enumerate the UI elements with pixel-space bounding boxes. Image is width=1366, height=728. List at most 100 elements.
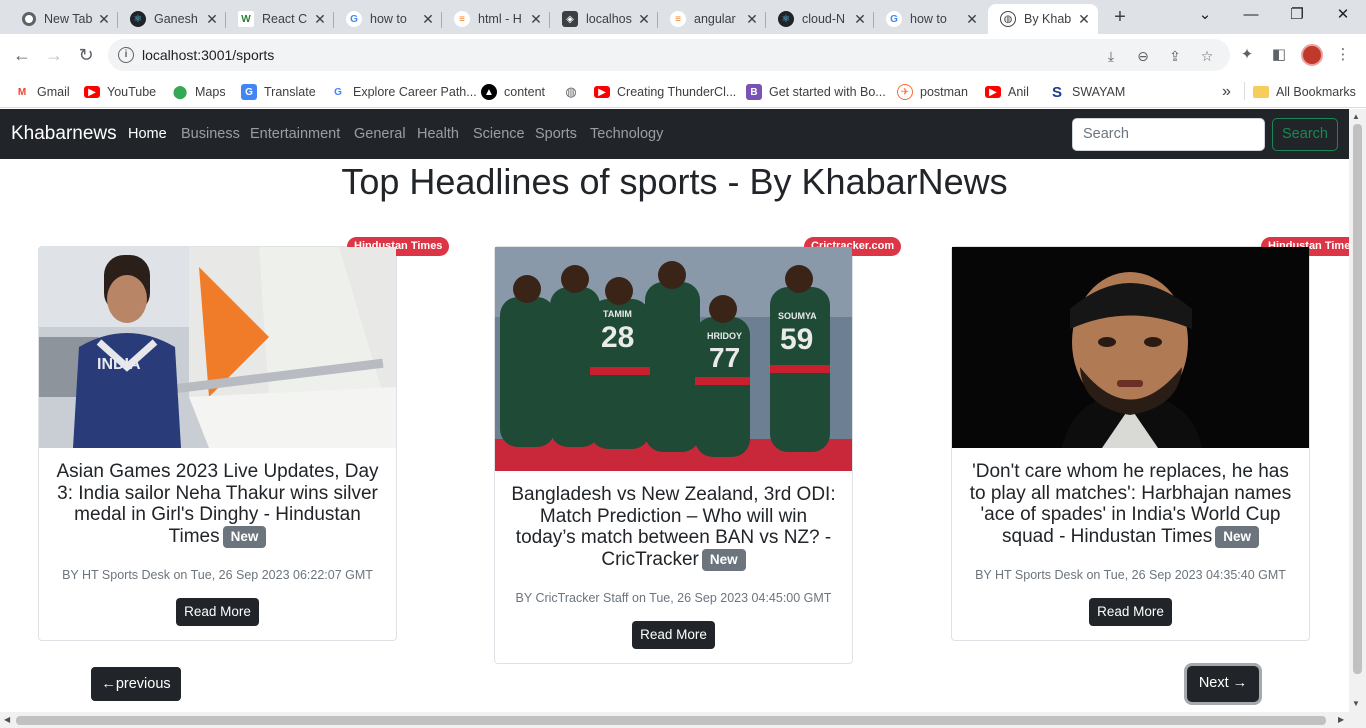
forward-icon[interactable]: → bbox=[42, 43, 66, 67]
card-byline: BY CricTracker Staff on Tue, 26 Sep 2023… bbox=[515, 590, 832, 605]
browser-tab[interactable]: ≡ html - H ✕ bbox=[442, 4, 550, 34]
bookmark-postman[interactable]: ✈ postman bbox=[897, 82, 968, 102]
close-tab-icon[interactable]: ✕ bbox=[528, 11, 544, 28]
bookmark-gmail[interactable]: M Gmail bbox=[14, 82, 70, 102]
read-more-button[interactable]: Read More bbox=[1089, 597, 1172, 626]
close-tab-icon[interactable]: ✕ bbox=[964, 11, 980, 28]
browser-tab[interactable]: G how to ✕ bbox=[874, 4, 986, 34]
card-body: 'Don't care whom he replaces, he has to … bbox=[952, 461, 1309, 640]
translate-icon: G bbox=[241, 84, 257, 100]
google-icon: G bbox=[346, 11, 362, 27]
bookmark-bootstrap[interactable]: B Get started with Bo... bbox=[746, 82, 886, 102]
nav-link-technology[interactable]: Technology bbox=[590, 126, 663, 142]
previous-page-button[interactable]: ←previous bbox=[91, 667, 181, 701]
scrollbar-thumb[interactable] bbox=[16, 716, 1326, 725]
read-more-button[interactable]: Read More bbox=[632, 620, 715, 649]
postman-icon: ✈ bbox=[897, 84, 913, 100]
tab-search-icon[interactable]: ⌄ bbox=[1182, 0, 1228, 30]
bookmark-globe[interactable]: ◍ bbox=[563, 82, 586, 102]
new-badge: New bbox=[701, 548, 746, 571]
search-input[interactable]: Search bbox=[1072, 118, 1265, 151]
install-app-icon[interactable]: ⤓ bbox=[1102, 47, 1120, 65]
bookmark-career[interactable]: G Explore Career Path... bbox=[330, 82, 477, 102]
minimize-icon[interactable]: — bbox=[1228, 0, 1274, 30]
close-window-icon[interactable]: ✕ bbox=[1320, 0, 1366, 30]
profile-avatar[interactable] bbox=[1301, 44, 1323, 66]
browser-tab-strip: New Tab ✕ ⚛ Ganesh ✕ W React C ✕ G how t… bbox=[0, 0, 1366, 34]
search-button[interactable]: Search bbox=[1272, 118, 1338, 151]
browser-tab[interactable]: ≡ angular ✕ bbox=[658, 4, 766, 34]
browser-tab-active[interactable]: ◍ By Khab ✕ bbox=[988, 4, 1098, 34]
article-image[interactable]: TAMIM 28 HRIDOY 77 SOUMYA 59 bbox=[495, 247, 852, 471]
bootstrap-icon: B bbox=[746, 84, 762, 100]
globe-icon: ◍ bbox=[565, 84, 577, 99]
scroll-right-icon[interactable]: ▶ bbox=[1338, 715, 1344, 724]
close-tab-icon[interactable]: ✕ bbox=[312, 11, 328, 28]
menu-kebab-icon[interactable]: ⋮ bbox=[1334, 46, 1352, 64]
side-panel-icon[interactable]: ◧ bbox=[1270, 46, 1288, 64]
extensions-icon[interactable]: ✦ bbox=[1238, 46, 1256, 64]
bookmark-youtube[interactable]: ▶ YouTube bbox=[84, 82, 156, 102]
bookmark-content[interactable]: ▲ content bbox=[481, 82, 545, 102]
bookmark-anil[interactable]: ▶ Anil bbox=[985, 82, 1029, 102]
address-bar[interactable]: i localhost:3001/sports ⤓ ⊖ ⇪ ☆ bbox=[108, 39, 1230, 71]
site-info-icon[interactable]: i bbox=[118, 47, 134, 63]
bookmark-translate[interactable]: G Translate bbox=[241, 82, 316, 102]
url-text[interactable]: localhost:3001/sports bbox=[142, 47, 274, 63]
jersey-number: 28 bbox=[601, 321, 634, 354]
vertical-scrollbar[interactable]: ▲ ▼ bbox=[1349, 109, 1366, 712]
page-title: Top Headlines of sports - By KhabarNews bbox=[341, 161, 1008, 202]
jersey-text: INDIA bbox=[97, 356, 141, 373]
card-body: Bangladesh vs New Zealand, 3rd ODI: Matc… bbox=[495, 484, 852, 663]
horizontal-scrollbar[interactable]: ◀ ▶ bbox=[0, 712, 1366, 728]
browser-tab[interactable]: G how to ✕ bbox=[334, 4, 442, 34]
scrollbar-thumb[interactable] bbox=[1353, 124, 1362, 674]
nav-link-health[interactable]: Health bbox=[417, 126, 459, 142]
read-more-button[interactable]: Read More bbox=[176, 597, 259, 626]
close-tab-icon[interactable]: ✕ bbox=[96, 11, 112, 28]
next-page-button[interactable]: Next → bbox=[1187, 666, 1259, 702]
sailor-photo: INDIA bbox=[39, 247, 396, 448]
back-icon[interactable]: ← bbox=[10, 43, 34, 67]
nav-link-sports[interactable]: Sports bbox=[535, 126, 577, 142]
close-tab-icon[interactable]: ✕ bbox=[1076, 11, 1092, 28]
scroll-down-icon[interactable]: ▼ bbox=[1352, 699, 1360, 708]
close-tab-icon[interactable]: ✕ bbox=[636, 11, 652, 28]
nav-link-business[interactable]: Business bbox=[181, 126, 240, 142]
browser-tab[interactable]: W React C ✕ bbox=[226, 4, 334, 34]
chrome-icon bbox=[22, 12, 36, 26]
share-icon[interactable]: ⇪ bbox=[1166, 47, 1184, 65]
browser-tab[interactable]: ⚛ cloud-N ✕ bbox=[766, 4, 874, 34]
zoom-icon[interactable]: ⊖ bbox=[1134, 47, 1152, 65]
card-body: Asian Games 2023 Live Updates, Day 3: In… bbox=[39, 461, 396, 640]
close-tab-icon[interactable]: ✕ bbox=[744, 11, 760, 28]
browser-tab[interactable]: ◈ localhos ✕ bbox=[550, 4, 658, 34]
reload-icon[interactable]: ↻ bbox=[74, 43, 98, 67]
scroll-up-icon[interactable]: ▲ bbox=[1352, 112, 1360, 121]
nav-link-general[interactable]: General bbox=[354, 126, 406, 142]
restore-icon[interactable]: ❐ bbox=[1274, 0, 1320, 30]
maps-icon: ⬤ bbox=[172, 84, 188, 99]
card-byline: BY HT Sports Desk on Tue, 26 Sep 2023 04… bbox=[975, 567, 1286, 582]
nav-link-science[interactable]: Science bbox=[473, 126, 525, 142]
close-tab-icon[interactable]: ✕ bbox=[420, 11, 436, 28]
browser-tab[interactable]: ⚛ Ganesh ✕ bbox=[118, 4, 226, 34]
gmail-icon: M bbox=[17, 86, 27, 98]
bookmark-swayam[interactable]: S SWAYAM bbox=[1049, 82, 1125, 102]
close-tab-icon[interactable]: ✕ bbox=[852, 11, 868, 28]
scroll-left-icon[interactable]: ◀ bbox=[4, 715, 10, 724]
site-brand[interactable]: Khabarnews bbox=[11, 123, 117, 145]
article-image[interactable]: INDIA bbox=[39, 247, 396, 448]
browser-tab[interactable]: New Tab ✕ bbox=[10, 4, 118, 34]
bookmarks-overflow-icon[interactable]: » bbox=[1222, 82, 1231, 102]
close-tab-icon[interactable]: ✕ bbox=[204, 11, 220, 28]
article-image[interactable] bbox=[952, 247, 1309, 448]
bookmark-thunderclient[interactable]: ▶ Creating ThunderCl... bbox=[594, 82, 736, 102]
nav-link-entertainment[interactable]: Entertainment bbox=[250, 126, 340, 142]
new-badge: New bbox=[222, 525, 267, 548]
new-tab-button[interactable]: + bbox=[1108, 4, 1132, 30]
bookmark-maps[interactable]: ⬤ Maps bbox=[172, 82, 226, 102]
nav-link-home[interactable]: Home bbox=[128, 126, 167, 142]
bookmark-star-icon[interactable]: ☆ bbox=[1198, 47, 1216, 65]
all-bookmarks-folder[interactable]: All Bookmarks bbox=[1253, 82, 1356, 102]
